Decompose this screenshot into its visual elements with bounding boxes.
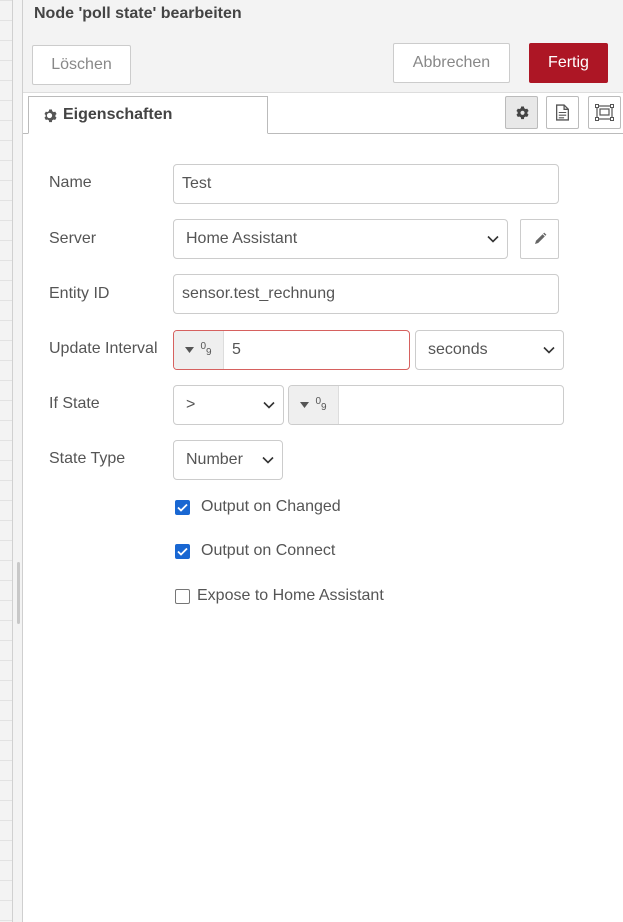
chevron-down-icon xyxy=(262,456,274,464)
appearance-icon xyxy=(595,104,614,121)
cancel-button[interactable]: Abbrechen xyxy=(393,43,510,83)
if-state-operator-value: > xyxy=(186,396,196,413)
expose-to-home-assistant-label: Expose to Home Assistant xyxy=(197,587,384,604)
update-interval-input[interactable]: 09 5 xyxy=(173,330,410,370)
description-tab-button[interactable] xyxy=(546,96,579,129)
entity-id-input-value: sensor.test_rechnung xyxy=(182,285,335,302)
expose-to-home-assistant-checkbox[interactable] xyxy=(175,588,190,604)
description-icon xyxy=(555,104,570,121)
number-type-icon: 09 xyxy=(315,395,327,413)
output-on-changed-label: Output on Changed xyxy=(201,498,341,515)
workspace-grid-strip xyxy=(0,0,12,922)
properties-tab-button[interactable] xyxy=(505,96,538,129)
state-type-label: State Type xyxy=(49,450,126,467)
caret-down-icon xyxy=(185,347,195,353)
if-state-operator-select[interactable]: > xyxy=(173,385,284,425)
gear-icon xyxy=(42,108,57,123)
tab-properties-label: Eigenschaften xyxy=(63,106,173,123)
edit-server-button[interactable] xyxy=(520,219,559,259)
edit-tray: Node 'poll state' bearbeiten Löschen Abb… xyxy=(23,0,623,922)
name-input[interactable]: Test xyxy=(173,164,559,204)
update-interval-unit-select[interactable]: seconds xyxy=(415,330,564,370)
tab-properties[interactable]: Eigenschaften xyxy=(28,96,268,134)
entity-id-label: Entity ID xyxy=(49,285,110,302)
if-state-value-input[interactable]: 09 xyxy=(288,385,564,425)
delete-button[interactable]: Löschen xyxy=(32,45,131,85)
name-label: Name xyxy=(49,174,92,191)
number-type-button[interactable]: 09 xyxy=(289,386,339,424)
tray-title: Node 'poll state' bearbeiten xyxy=(34,5,242,22)
server-select-value: Home Assistant xyxy=(186,230,298,247)
editor-splitter[interactable] xyxy=(12,0,23,922)
server-select[interactable]: Home Assistant xyxy=(173,219,508,259)
splitter-handle[interactable] xyxy=(17,562,20,624)
server-label: Server xyxy=(49,230,97,247)
chevron-down-icon xyxy=(543,346,555,354)
output-on-connect-checkbox[interactable] xyxy=(175,543,190,559)
output-on-connect-row[interactable]: Output on Connect xyxy=(175,542,335,560)
chevron-down-icon xyxy=(487,235,499,243)
number-type-icon: 09 xyxy=(200,340,212,358)
pencil-icon xyxy=(533,232,547,246)
update-interval-value: 5 xyxy=(232,341,241,358)
update-interval-unit-value: seconds xyxy=(428,341,488,358)
output-on-changed-row[interactable]: Output on Changed xyxy=(175,498,341,516)
output-on-connect-label: Output on Connect xyxy=(201,542,336,559)
appearance-tab-button[interactable] xyxy=(588,96,621,129)
tab-bar: Eigenschaften xyxy=(23,93,623,134)
state-type-select[interactable]: Number xyxy=(173,440,283,480)
expose-to-home-assistant-row[interactable]: Expose to Home Assistant xyxy=(175,587,384,605)
name-input-value: Test xyxy=(182,175,212,192)
caret-down-icon xyxy=(300,402,310,408)
state-type-value: Number xyxy=(186,451,243,468)
tray-header: Node 'poll state' bearbeiten Löschen Abb… xyxy=(23,0,623,93)
chevron-down-icon xyxy=(263,401,275,409)
if-state-label: If State xyxy=(49,395,100,412)
update-interval-label: Update Interval xyxy=(49,340,158,357)
number-type-button[interactable]: 09 xyxy=(174,331,224,369)
done-button[interactable]: Fertig xyxy=(529,43,608,83)
gear-icon xyxy=(514,105,529,120)
entity-id-input[interactable]: sensor.test_rechnung xyxy=(173,274,559,314)
output-on-changed-checkbox[interactable] xyxy=(175,499,190,515)
